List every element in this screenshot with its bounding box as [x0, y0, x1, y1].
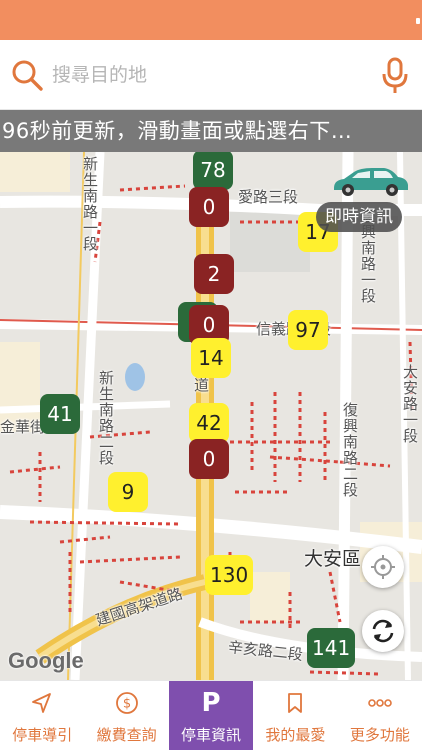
parking-marker[interactable]: 42	[189, 403, 229, 443]
my-location-button[interactable]	[362, 546, 404, 588]
search-input[interactable]	[52, 60, 352, 90]
status-indicator	[416, 18, 420, 24]
road-label-xinsheng-1: 新生南路一段	[81, 156, 99, 252]
road-label-xinsheng-2: 新生南路二段	[97, 370, 115, 466]
parking-marker[interactable]: 141	[307, 628, 356, 668]
refresh-button[interactable]	[362, 610, 404, 652]
search-icon[interactable]	[10, 58, 44, 92]
more-dots-icon	[368, 699, 392, 707]
update-banner: 96秒前更新，滑動畫面或點選右下…	[0, 110, 422, 152]
car-icon[interactable]	[330, 160, 410, 200]
parking-marker[interactable]: 78	[193, 152, 233, 190]
parking-marker[interactable]: 9	[108, 472, 148, 512]
microphone-icon[interactable]	[382, 57, 408, 95]
tab-label: 繳費查詢	[96, 726, 157, 744]
tab-parking-guide[interactable]: 停車導引	[0, 681, 84, 750]
tab-parking-info[interactable]: P 停車資訊	[168, 681, 254, 750]
tab-label: 停車資訊	[181, 726, 242, 744]
district-label-daan: 大安區	[304, 548, 362, 570]
parking-marker[interactable]: 41	[40, 394, 80, 434]
bottom-tab-bar: 停車導引 $ 繳費查詢 P 停車資訊 我的最愛 更多功能	[0, 680, 422, 750]
road-label-ai: 愛路三段	[238, 188, 299, 206]
refresh-icon	[372, 619, 394, 643]
parking-marker[interactable]: 2	[194, 254, 234, 294]
tab-payment-query[interactable]: $ 繳費查詢	[84, 681, 168, 750]
svg-text:$: $	[122, 697, 130, 712]
parking-marker[interactable]: 97	[288, 310, 328, 350]
road-label-da-an: 大安路一段	[401, 364, 419, 444]
parking-map[interactable]: 愛路三段 信義路三段 新生南路一段 新生南路二段 復興南路一段 復興南路二段 大…	[0, 152, 422, 680]
locate-icon	[371, 555, 395, 579]
road-label-jinhua: 金華街	[0, 418, 46, 436]
tab-label: 我的最愛	[265, 726, 326, 744]
tab-favorites[interactable]: 我的最愛	[253, 681, 337, 750]
status-bar	[0, 0, 422, 40]
navigation-arrow-icon	[32, 693, 52, 713]
road-label-fuxing-2: 復興南路二段	[341, 402, 359, 498]
tab-more[interactable]: 更多功能	[338, 681, 422, 750]
tab-label: 停車導引	[12, 726, 73, 744]
parking-marker[interactable]: 0	[189, 187, 229, 227]
realtime-info-button[interactable]: 即時資訊	[316, 202, 402, 232]
bookmark-icon	[288, 693, 303, 713]
parking-p-icon: P	[201, 688, 221, 718]
tab-label: 更多功能	[349, 726, 410, 744]
google-logo: Google	[8, 648, 84, 673]
parking-marker[interactable]: 130	[205, 555, 254, 595]
parking-marker[interactable]: 0	[189, 439, 229, 479]
dollar-coin-icon: $	[115, 692, 138, 714]
parking-marker[interactable]: 14	[191, 338, 231, 378]
search-bar	[0, 40, 422, 110]
